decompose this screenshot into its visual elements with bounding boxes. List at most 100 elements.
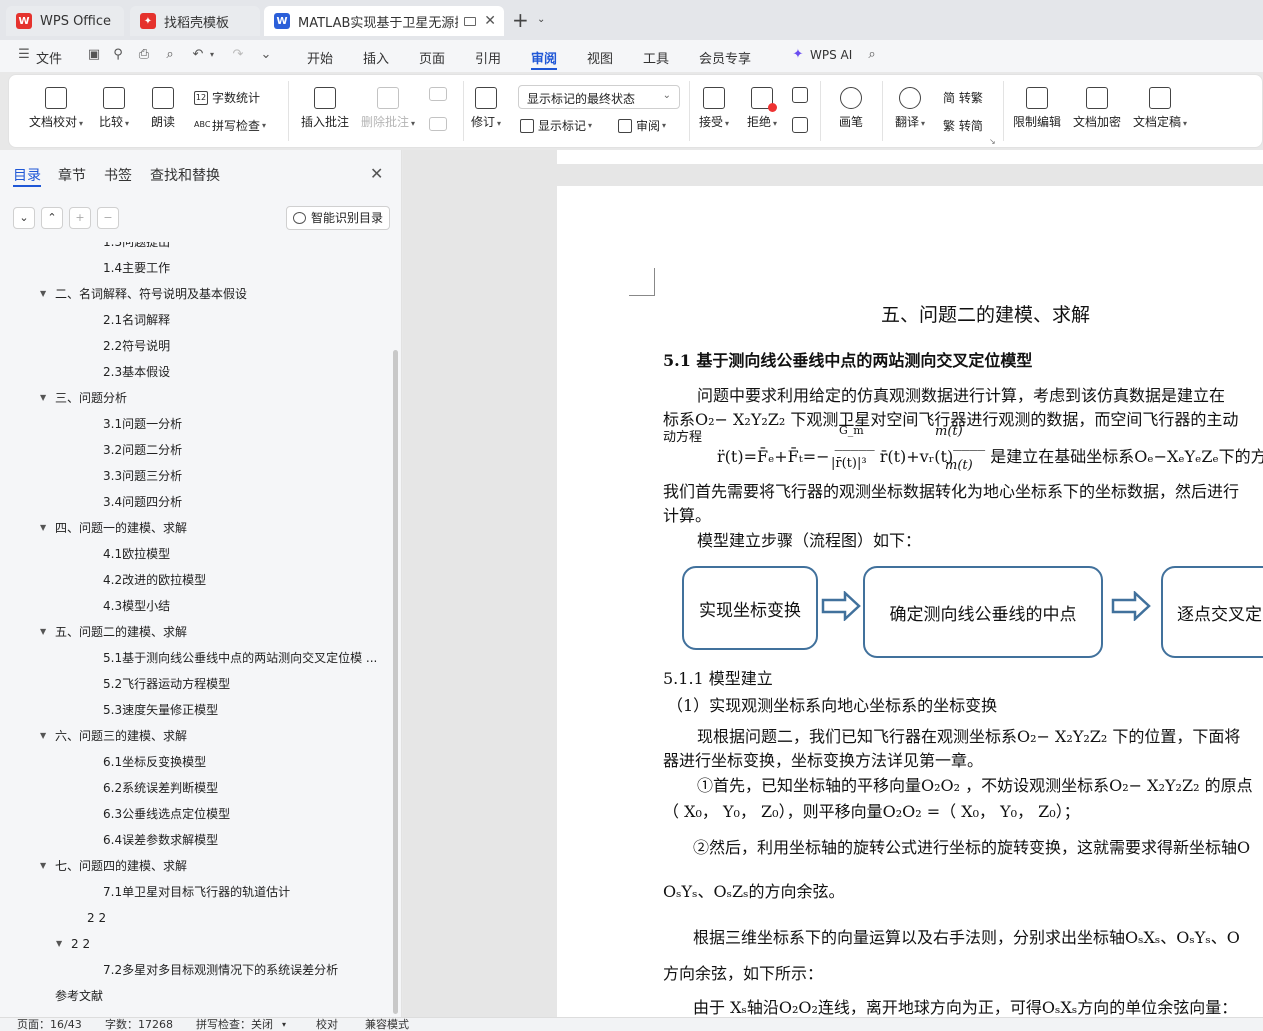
print-preview-icon[interactable]: ⌕ (162, 47, 178, 63)
menu-reference[interactable]: 引用 (475, 48, 501, 67)
expand-arrow-icon[interactable]: ▼ (40, 286, 46, 302)
collapse-all-button[interactable]: ⌄ (13, 207, 35, 229)
toc-item[interactable]: 4.3模型小结 (103, 598, 170, 614)
chevron-down-icon[interactable]: ⌄ (537, 14, 545, 25)
next-comment-button[interactable] (429, 117, 447, 135)
toc-item[interactable]: ▼ 二、名词解释、符号说明及基本假设 (40, 286, 247, 302)
toc-item[interactable]: 2 2 (87, 910, 106, 926)
doc-finalize-button[interactable]: 文档定稿 ▾ (1133, 87, 1187, 130)
pen-button[interactable]: 画笔 (839, 87, 863, 130)
toc-item[interactable]: ▼ 2 2 (56, 936, 90, 952)
toc-item[interactable]: 4.2改进的欧拉模型 (103, 572, 206, 588)
tab-matlab-document[interactable]: W MATLAB实现基于卫星无源探 ✕ (264, 6, 504, 36)
nav-tab-find-replace[interactable]: 查找和替换 (150, 165, 220, 185)
expand-up-button[interactable]: ⌃ (41, 207, 63, 229)
toc-item[interactable]: 3.2问题二分析 (103, 442, 182, 458)
menu-review[interactable]: 审阅 (531, 48, 557, 67)
restrict-edit-button[interactable]: 限制编辑 (1013, 87, 1061, 130)
spell-check-button[interactable]: ABC 拼写检查 ▾ (194, 117, 266, 134)
insert-comment-button[interactable]: 插入批注 (301, 87, 349, 130)
hamburger-menu-icon[interactable]: ☰ (16, 47, 32, 63)
toc-item[interactable]: 5.3速度矢量修正模型 (103, 702, 218, 718)
nav-tab-toc[interactable]: 目录 (13, 165, 41, 185)
toc-item[interactable]: ▼ 三、问题分析 (40, 390, 127, 406)
markup-state-select[interactable]: 显示标记的最终状态 ⌄ (518, 85, 680, 109)
tab-wps-office[interactable]: W WPS Office (6, 6, 124, 36)
status-proofread[interactable]: 校对 (316, 1019, 338, 1031)
expand-arrow-icon[interactable]: ▼ (40, 390, 46, 406)
toc-item[interactable]: 1.3问题提出 (103, 242, 170, 250)
toc-item[interactable]: ▼ 六、问题三的建模、求解 (40, 728, 187, 744)
word-count-button[interactable]: 12 字数统计 (194, 89, 260, 106)
more-chevron-icon[interactable]: ⌄ (258, 47, 274, 63)
toc-item[interactable]: 2.2符号说明 (103, 338, 170, 354)
expand-arrow-icon[interactable]: ▼ (56, 936, 62, 952)
toc-item[interactable]: 3.3问题三分析 (103, 468, 182, 484)
close-tab-icon[interactable]: ✕ (484, 13, 496, 29)
nav-tab-chapters[interactable]: 章节 (58, 165, 86, 185)
nav-tab-bookmarks[interactable]: 书签 (104, 165, 132, 185)
expand-arrow-icon[interactable]: ▼ (40, 728, 46, 744)
status-word-count[interactable]: 字数：17268 (105, 1019, 173, 1031)
remove-level-button[interactable]: − (97, 207, 119, 229)
close-panel-icon[interactable]: ✕ (370, 164, 383, 183)
toc-item[interactable]: 6.2系统误差判断模型 (103, 780, 218, 796)
share-icon[interactable]: ⚲ (110, 47, 126, 63)
review-pane-button[interactable]: 审阅 ▾ (618, 117, 666, 134)
toc-item[interactable]: ▼ 五、问题二的建模、求解 (40, 624, 187, 640)
toc-item[interactable]: 2.1名词解释 (103, 312, 170, 328)
prev-change-button[interactable] (792, 87, 808, 107)
read-aloud-button[interactable]: 朗读 (151, 87, 175, 130)
monitor-icon[interactable] (464, 16, 476, 26)
toc-item[interactable]: 2.3基本假设 (103, 364, 170, 380)
toc-item[interactable]: 6.4误差参数求解模型 (103, 832, 218, 848)
menu-wps-ai[interactable]: WPS AI (810, 48, 852, 62)
expand-arrow-icon[interactable]: ▼ (40, 624, 46, 640)
print-icon[interactable]: ⎙ (136, 47, 152, 63)
toc-item[interactable]: ▼ 七、问题四的建模、求解 (40, 858, 187, 874)
expand-group-icon[interactable]: ↘ (989, 137, 996, 146)
toc-item[interactable]: 7.2多星对多目标观测情况下的系统误差分析 (103, 962, 338, 978)
toc-item[interactable]: 6.3公垂线选点定位模型 (103, 806, 230, 822)
toc-item[interactable]: 1.4主要工作 (103, 260, 170, 276)
compare-button[interactable]: 比较 ▾ (99, 87, 129, 130)
toc-item[interactable]: 7.1单卫星对目标飞行器的轨道估计 (103, 884, 290, 900)
undo-dropdown-icon[interactable]: ▾ (204, 47, 220, 63)
smart-toc-button[interactable]: 智能识别目录 (286, 206, 390, 230)
reject-button[interactable]: 拒绝 ▾ (747, 87, 777, 130)
status-spell-check[interactable]: 拼写检查：关闭 (196, 1019, 273, 1031)
menu-start[interactable]: 开始 (307, 48, 333, 67)
to-traditional-button[interactable]: 简 转繁 (943, 89, 983, 106)
save-icon[interactable]: ▣ (86, 47, 102, 63)
wps-ai-icon[interactable]: ✦ (790, 47, 806, 63)
delete-comment-button[interactable]: 删除批注 ▾ (361, 87, 415, 130)
toc-item[interactable]: 6.1坐标反变换模型 (103, 754, 206, 770)
add-level-button[interactable]: + (69, 207, 91, 229)
revise-button[interactable]: 修订 ▾ (471, 87, 501, 130)
toc-item[interactable]: 5.1基于测向线公垂线中点的两站测向交叉定位模 ... (103, 650, 377, 666)
status-page[interactable]: 页面：16/43 (17, 1019, 82, 1031)
prev-comment-button[interactable] (429, 87, 447, 105)
redo-icon[interactable]: ↷ (230, 47, 246, 63)
to-simplified-button[interactable]: 繁 转简 (943, 117, 983, 134)
next-change-button[interactable] (792, 117, 808, 137)
document-page[interactable]: 五、问题二的建模、求解 5.1 基于测向线公垂线中点的两站测向交叉定位模型 问题… (557, 186, 1263, 1017)
toc-scrollbar[interactable] (393, 350, 398, 1014)
menu-view[interactable]: 视图 (587, 48, 613, 67)
menu-tools[interactable]: 工具 (643, 48, 669, 67)
toc-item[interactable]: 5.2飞行器运动方程模型 (103, 676, 230, 692)
menu-file[interactable]: 文件 (36, 48, 62, 67)
expand-arrow-icon[interactable]: ▼ (40, 858, 46, 874)
tab-docer-templates[interactable]: ✦ 找稻壳模板 (130, 6, 260, 36)
toc-item[interactable]: 3.4问题四分析 (103, 494, 182, 510)
menu-membership[interactable]: 会员专享 (699, 48, 751, 67)
menu-insert[interactable]: 插入 (363, 48, 389, 67)
doc-encrypt-button[interactable]: 文档加密 (1073, 87, 1121, 130)
accept-button[interactable]: 接受 ▾ (699, 87, 729, 130)
toc-item[interactable]: 4.1欧拉模型 (103, 546, 170, 562)
new-tab-plus-icon[interactable]: + (512, 10, 529, 30)
search-icon[interactable]: ⌕ (864, 47, 880, 63)
translate-button[interactable]: 翻译 ▾ (895, 87, 925, 130)
doc-check-button[interactable]: 文档校对 ▾ (29, 87, 83, 130)
toc-item[interactable]: 3.1问题一分析 (103, 416, 182, 432)
